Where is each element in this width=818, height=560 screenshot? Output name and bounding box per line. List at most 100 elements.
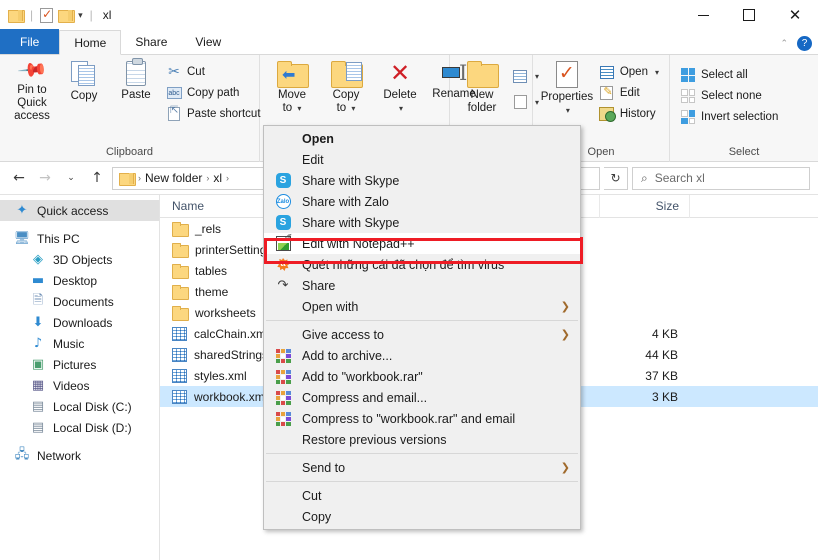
folder-icon — [172, 242, 189, 258]
minimize-button[interactable] — [680, 0, 726, 30]
collapse-ribbon-icon[interactable]: ⌃ — [780, 38, 788, 49]
menu-item-add-to-workbook-rar[interactable]: Add to "workbook.rar" — [264, 366, 580, 387]
back-button[interactable]: ← — [8, 167, 30, 189]
menu-item-scan-for-virus[interactable]: Quét những cái đã chọn để tìm virus — [264, 254, 580, 275]
maximize-button[interactable] — [726, 0, 772, 30]
menu-item-label: Share — [302, 278, 336, 293]
breadcrumb-item-xl[interactable]: xl — [213, 171, 222, 185]
new-folder-icon[interactable] — [58, 9, 76, 23]
chevron-down-icon: ▾ — [565, 106, 570, 115]
menu-item-edit[interactable]: Edit — [264, 149, 580, 170]
chevron-down-icon[interactable]: ▾ — [78, 10, 83, 21]
menu-separator — [266, 481, 578, 482]
tab-home[interactable]: Home — [59, 30, 122, 55]
sidebar-item-music[interactable]: ♪ Music — [0, 333, 159, 354]
skype-icon: S — [272, 173, 294, 188]
column-header-size[interactable]: Size — [600, 194, 690, 218]
cut-button[interactable]: ✂ Cut — [162, 63, 265, 81]
menu-separator — [266, 453, 578, 454]
menu-item-share-with-zalo[interactable]: Zalo Share with Zalo — [264, 191, 580, 212]
copy-path-button[interactable]: abc Copy path — [162, 84, 265, 102]
sidebar-item-documents[interactable]: 🗎 Documents — [0, 291, 159, 312]
chevron-down-icon[interactable]: ▾ — [655, 68, 659, 77]
sidebar-item-local-disk-c[interactable]: ▤ Local Disk (C:) — [0, 396, 159, 417]
folder-icon[interactable] — [8, 9, 25, 23]
menu-item-label: Add to "workbook.rar" — [302, 369, 423, 384]
delete-label: Delete ▾ — [383, 89, 417, 113]
menu-item-label: Send to — [302, 460, 346, 475]
sidebar-item-videos[interactable]: ▦ Videos — [0, 375, 159, 396]
sidebar-item-label: Local Disk (D:) — [53, 420, 132, 435]
winrar-icon — [272, 348, 294, 363]
properties-button[interactable]: Properties▾ — [539, 59, 595, 119]
zalo-icon: Zalo — [272, 194, 294, 209]
window-title: xl — [102, 8, 112, 22]
search-input[interactable]: ⌕ Search xl — [632, 166, 810, 190]
search-placeholder: Search xl — [654, 171, 705, 185]
breadcrumb-item-new-folder[interactable]: New folder — [145, 171, 202, 185]
menu-item-cut[interactable]: Cut — [264, 485, 580, 506]
close-button[interactable]: ✕ — [772, 0, 818, 30]
file-name-label: _rels — [195, 221, 222, 236]
history-icon — [599, 106, 617, 122]
sidebar-item-network[interactable]: 🖧 Network — [0, 445, 159, 466]
menu-item-copy[interactable]: Copy — [264, 506, 580, 527]
tab-view[interactable]: View — [181, 29, 235, 54]
select-none-button[interactable]: Select none — [676, 87, 782, 105]
xml-icon — [172, 389, 187, 404]
pin-to-quick-access-button[interactable]: 📌 Pin to Quick access — [6, 55, 58, 125]
menu-item-open-with[interactable]: Open with ❯ — [264, 296, 580, 317]
edit-button[interactable]: Edit — [595, 84, 663, 102]
chevron-right-icon: ❯ — [560, 328, 570, 341]
copy-to-button[interactable]: Copy to ▾ — [320, 59, 372, 117]
paste-shortcut-button[interactable]: Paste shortcut — [162, 105, 265, 123]
forward-button[interactable]: → — [34, 167, 56, 189]
sidebar-item-pictures[interactable]: ▣ Pictures — [0, 354, 159, 375]
menu-item-compress-and-email[interactable]: Compress and email... — [264, 387, 580, 408]
invert-selection-button[interactable]: Invert selection — [676, 108, 782, 126]
tab-share[interactable]: Share — [121, 29, 181, 54]
menu-item-edit-with-notepadpp[interactable]: Edit with Notepad++ — [264, 233, 580, 254]
help-icon[interactable]: ? — [797, 36, 812, 51]
recent-locations-button[interactable]: ⌄ — [60, 167, 82, 189]
up-button[interactable]: ↑ — [86, 167, 108, 189]
sidebar-item-3d-objects[interactable]: ◈ 3D Objects — [0, 249, 159, 270]
menu-item-share-with-skype[interactable]: S Share with Skype — [264, 170, 580, 191]
file-name-label: worksheets — [195, 305, 256, 320]
menu-item-share[interactable]: ↷ Share — [264, 275, 580, 296]
paste-label: Paste — [121, 89, 151, 101]
menu-item-label: Add to archive... — [302, 348, 393, 363]
copy-button[interactable]: Copy — [58, 59, 110, 105]
sidebar-item-downloads[interactable]: ⬇ Downloads — [0, 312, 159, 333]
menu-item-share-with-skype-2[interactable]: S Share with Skype — [264, 212, 580, 233]
menu-item-label: Compress to "workbook.rar" and email — [302, 411, 516, 426]
file-name-label: workbook.xml — [194, 389, 268, 404]
menu-item-open[interactable]: Open — [264, 128, 580, 149]
sidebar-item-local-disk-d[interactable]: ▤ Local Disk (D:) — [0, 417, 159, 438]
videos-icon: ▦ — [31, 378, 45, 393]
menu-item-label: Quét những cái đã chọn để tìm virus — [302, 257, 505, 272]
select-none-icon — [680, 88, 696, 104]
sidebar-item-desktop[interactable]: ▬ Desktop — [0, 270, 159, 291]
refresh-button[interactable]: ↻ — [604, 166, 628, 190]
select-all-button[interactable]: Select all — [676, 66, 782, 84]
menu-item-give-access-to[interactable]: Give access to ❯ — [264, 324, 580, 345]
properties-icon[interactable] — [40, 7, 54, 23]
desktop-icon: ▬ — [31, 273, 45, 288]
sidebar-item-this-pc[interactable]: 🖥 This PC — [0, 228, 159, 249]
menu-item-add-to-archive[interactable]: Add to archive... — [264, 345, 580, 366]
paste-button[interactable]: Paste — [110, 58, 162, 104]
menu-item-restore-previous-versions[interactable]: Restore previous versions — [264, 429, 580, 450]
navigation-pane: ✦ Quick access 🖥 This PC ◈ 3D Objects ▬ … — [0, 195, 160, 560]
tab-file[interactable]: File — [0, 29, 60, 54]
move-to-button[interactable]: ⬅ Move to ▾ — [266, 59, 318, 117]
delete-button[interactable]: ✕ Delete ▾ — [374, 59, 426, 117]
winrar-icon — [272, 369, 294, 384]
ribbon-group-label-clipboard: Clipboard — [105, 146, 154, 158]
open-button[interactable]: Open ▾ — [595, 63, 663, 81]
share-icon: ↷ — [277, 278, 289, 293]
history-button[interactable]: History — [595, 105, 663, 123]
sidebar-item-quick-access[interactable]: ✦ Quick access — [0, 200, 159, 221]
menu-item-compress-to-workbook-rar-and-email[interactable]: Compress to "workbook.rar" and email — [264, 408, 580, 429]
menu-item-send-to[interactable]: Send to ❯ — [264, 457, 580, 478]
